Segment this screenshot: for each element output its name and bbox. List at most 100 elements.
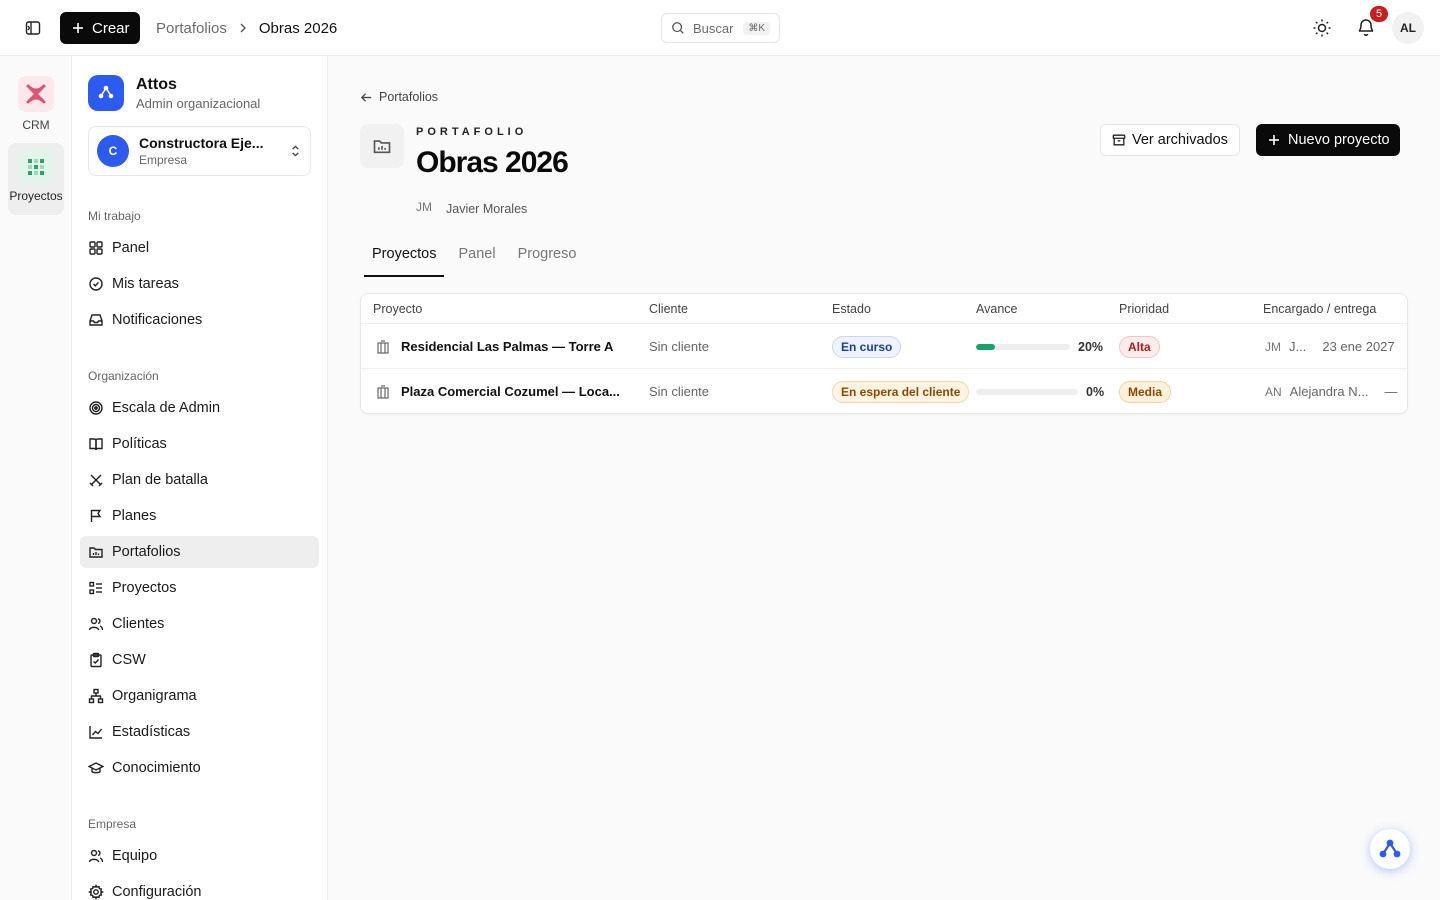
rail-item-crm[interactable]: CRM [8,76,64,132]
column-header-cliente[interactable]: Cliente [649,302,688,316]
project-name[interactable]: Residencial Las Palmas — Torre A [401,339,613,354]
inbox-icon [89,314,103,326]
owner-avatar: JM [416,200,432,214]
theme-toggle-sun-icon[interactable] [1312,18,1332,38]
back-link[interactable]: Portafolios [360,90,438,104]
company-avatar: C [97,135,129,167]
sidebar-item-plan-de-batalla[interactable]: Plan de batalla [80,464,319,496]
archive-icon [1112,134,1126,146]
tab-proyectos[interactable]: Proyectos [364,246,445,277]
view-archived-button[interactable]: Ver archivados [1100,124,1240,156]
chevrons-up-down-icon [292,145,299,157]
plus-icon [73,23,83,33]
sidebar-item-organigrama[interactable]: Organigrama [80,680,319,712]
sidebar-toggle-icon[interactable] [24,19,42,37]
breadcrumb: Portafolios Obras 2026 [156,0,337,56]
sidebar-item-conocimiento[interactable]: Conocimiento [80,752,319,784]
rail-item-proyectos[interactable]: Proyectos [8,143,64,215]
org-header: Attos Admin organizacional [88,75,260,111]
clipboard-icon [90,652,102,668]
sidebar-item-notificaciones[interactable]: Notificaciones [80,304,319,336]
breadcrumb-current: Obras 2026 [258,19,338,37]
priority-badge: Media [1119,380,1172,403]
view-archived-label: Ver archivados [1132,132,1228,148]
sidebar-item-politicas[interactable]: Políticas [80,428,319,460]
due-date: 23 ene 2027 [1322,339,1395,354]
projects-table: Proyecto Cliente Estado Avance Prioridad… [360,293,1408,414]
status-badge: En espera del cliente [832,380,970,403]
org-name: Attos [136,75,177,93]
back-link-label: Portafolios [379,90,439,104]
sidebar-item-configuracion[interactable]: Configuración [80,876,319,900]
sidebar-item-label: Notificaciones [112,312,203,328]
flag-icon [90,509,102,522]
sidebar-item-label: Escala de Admin [112,400,221,416]
users-icon [88,617,104,631]
sidebar-item-proyectos[interactable]: Proyectos [80,572,319,604]
due-date: — [1384,384,1398,399]
sidebar-item-label: Equipo [112,848,158,864]
top-bar: Crear Portafolios Obras 2026 Buscar ⌘K 5… [0,0,1440,56]
column-header-prioridad[interactable]: Prioridad [1119,302,1169,316]
status-badge: En curso [832,335,902,358]
building-icon [377,339,389,354]
sidebar-item-panel[interactable]: Panel [80,232,319,264]
sidebar-item-label: Configuración [112,884,202,900]
progress-fill [976,343,995,350]
arrow-left-icon [360,92,372,102]
priority-badge: Alta [1119,335,1160,358]
sidebar-item-mis-tareas[interactable]: Mis tareas [80,268,319,300]
rail-item-label: CRM [22,118,50,132]
sidebar-item-portafolios[interactable]: Portafolios [80,536,319,568]
sidebar: Attos Admin organizacional C Constructor… [72,56,328,900]
sidebar-item-label: Mis tareas [112,276,179,292]
search-placeholder: Buscar [693,20,734,36]
column-header-encargado[interactable]: Encargado / entrega [1263,302,1376,316]
column-header-avance[interactable]: Avance [976,302,1017,316]
tab-progreso[interactable]: Progreso [510,246,585,277]
sidebar-item-label: Portafolios [112,544,181,560]
notification-count-badge: 5 [1370,6,1388,22]
dashboard-icon [89,241,103,255]
page-eyebrow: PORTAFOLIO [416,126,528,138]
page-title: Obras 2026 [416,146,569,179]
company-switcher[interactable]: C Constructora Eje... Empresa [88,126,311,176]
sidebar-item-label: Proyectos [112,580,177,596]
column-header-proyecto[interactable]: Proyecto [373,302,422,316]
table-row[interactable]: Residencial Las Palmas — Torre A Sin cli… [361,324,1407,369]
tab-panel[interactable]: Panel [450,246,503,277]
assistant-fab-icon[interactable] [1370,829,1410,869]
owner-name: Javier Morales [446,202,528,216]
chevron-right-icon [240,23,246,33]
sidebar-item-clientes[interactable]: Clientes [80,608,319,640]
progress-value: 0% [1086,384,1105,399]
list-checks-icon [89,581,102,595]
table-row[interactable]: Plaza Comercial Cozumel — Loca... Sin cl… [361,369,1407,414]
check-circle-icon [89,277,103,291]
sidebar-item-label: Conocimiento [112,760,201,776]
search-input[interactable]: Buscar ⌘K [661,13,780,43]
portfolio-owner: JM Javier Morales [416,200,527,218]
sidebar-item-label: Panel [112,240,150,256]
sidebar-item-csw[interactable]: CSW [80,644,319,676]
sidebar-item-equipo[interactable]: Equipo [80,840,319,872]
assignee-name: J... [1289,339,1307,354]
portfolio-folder-icon [360,124,404,168]
sidebar-item-estadisticas[interactable]: Estadísticas [80,716,319,748]
column-header-estado[interactable]: Estado [832,302,871,316]
new-project-button[interactable]: Nuevo proyecto [1256,124,1400,156]
search-shortcut: ⌘K [743,21,770,35]
client-cell: Sin cliente [649,384,709,399]
sidebar-item-label: Clientes [112,616,165,632]
user-avatar[interactable]: AL [1392,12,1424,44]
line-chart-icon [89,726,103,739]
sidebar-item-planes[interactable]: Planes [80,500,319,532]
sidebar-item-escala-de-admin[interactable]: Escala de Admin [80,392,319,424]
project-name[interactable]: Plaza Comercial Cozumel — Loca... [401,384,620,399]
tab-bar: Proyectos Panel Progreso [364,246,590,277]
sidebar-item-label: Estadísticas [112,724,191,740]
create-button[interactable]: Crear [60,12,140,44]
progress-bar [976,343,1070,350]
breadcrumb-portfolios[interactable]: Portafolios [156,20,227,37]
users-icon [88,849,104,863]
